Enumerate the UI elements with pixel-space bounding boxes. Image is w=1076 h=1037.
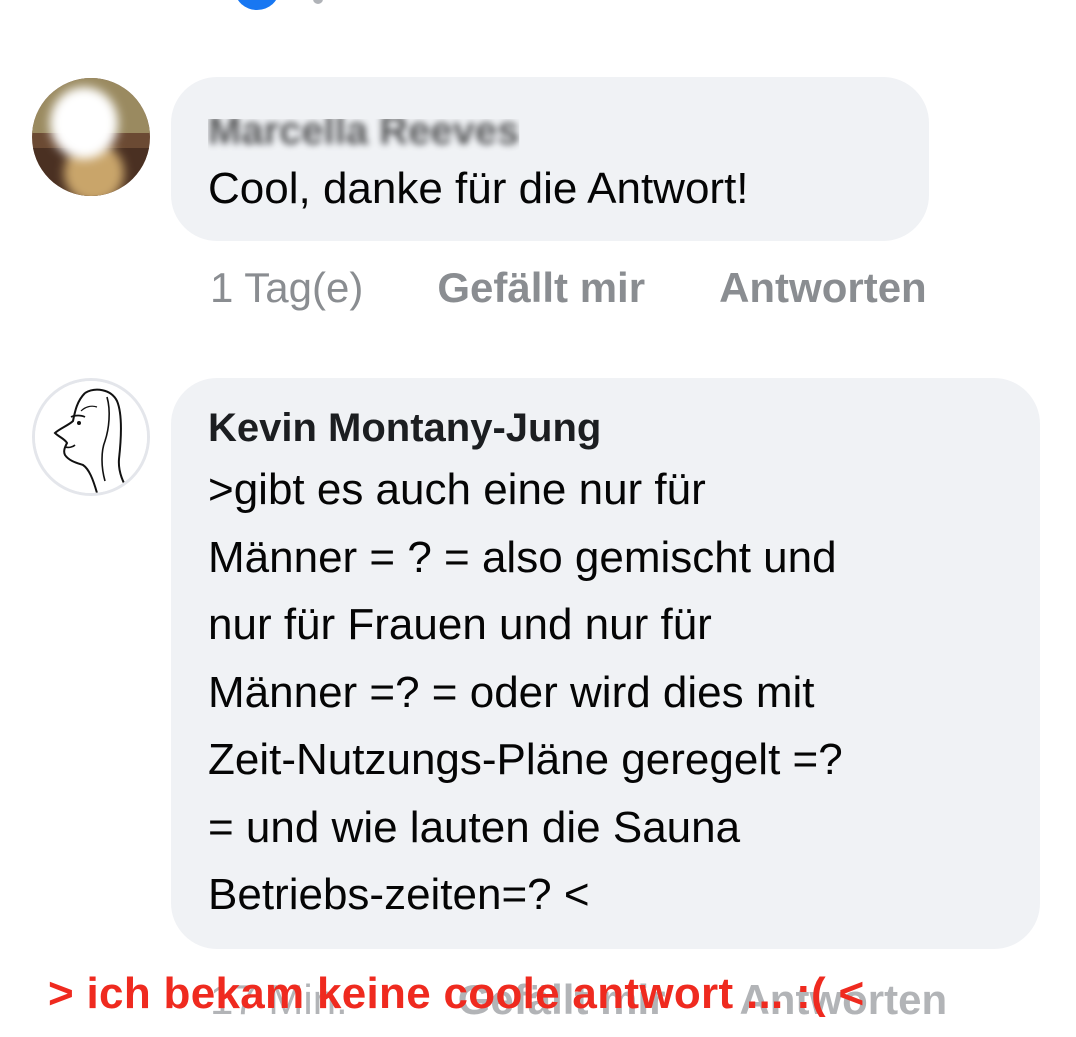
comment-timestamp[interactable]: 1 Tag(e) bbox=[210, 263, 363, 313]
profile-drawing-icon bbox=[35, 381, 147, 493]
avatar[interactable] bbox=[32, 78, 150, 196]
profile-photo-icon bbox=[32, 78, 150, 196]
comment-text: >gibt es auch eine nur für Männer = ? = … bbox=[208, 465, 843, 919]
comment-text: Cool, danke für die Antwort! bbox=[208, 164, 749, 213]
reply-button[interactable]: Antworten bbox=[719, 263, 927, 313]
overlay-caption: > ich bekam keine coole antwort ... :( < bbox=[48, 969, 865, 1018]
comment-actions: 1 Tag(e) Gefällt mir Antworten bbox=[210, 263, 927, 313]
comment-author-name[interactable]: Kevin Montany-Jung bbox=[208, 404, 601, 452]
previous-comment-fragment bbox=[313, 0, 323, 4]
comment-bubble: Marcella Reeves Cool, danke für die Antw… bbox=[171, 77, 929, 241]
comment-bubble: Kevin Montany-Jung >gibt es auch eine nu… bbox=[171, 378, 1040, 949]
comment-author-name[interactable]: Marcella Reeves bbox=[208, 119, 519, 155]
previous-comment-avatar[interactable] bbox=[235, 0, 279, 10]
like-button[interactable]: Gefällt mir bbox=[437, 263, 645, 313]
avatar[interactable] bbox=[32, 378, 150, 496]
